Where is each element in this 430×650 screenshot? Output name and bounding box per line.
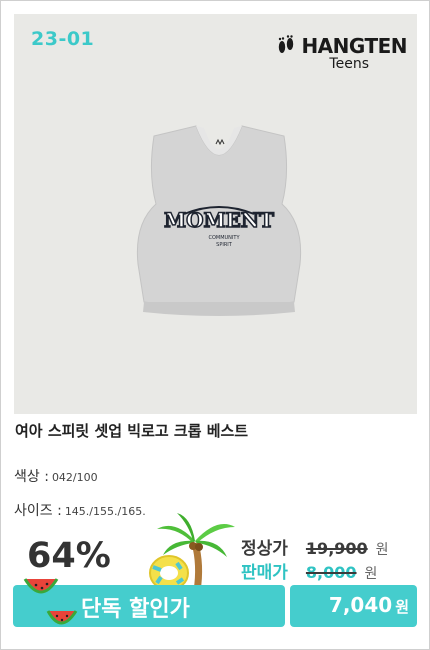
print-title: MOMENT: [164, 208, 274, 232]
watermelon-icon: [23, 578, 59, 594]
final-price-won: 원: [395, 598, 409, 616]
footprints-icon: [279, 35, 294, 53]
regular-price-value: 19,900: [305, 539, 368, 558]
regular-price-won: 원: [375, 542, 389, 558]
brand-logo: HANGTEN Teens: [275, 34, 407, 72]
final-price: 7,040 원: [329, 593, 409, 617]
banner-label: 단독 할인가: [81, 597, 190, 622]
discount-rate: 64%: [27, 536, 111, 576]
product-title[interactable]: 여아 스피릿 셋업 빅로고 크롭 베스트: [15, 420, 248, 441]
size-label: 사이즈 :: [14, 503, 62, 519]
sale-price-won: 원: [364, 566, 378, 582]
size-value: 145./155./165.: [64, 505, 146, 518]
regular-price: 정상가 19,900 원: [241, 534, 389, 559]
color-label: 색상 :: [14, 469, 49, 485]
banner-price-box: 7,040 원: [290, 585, 417, 627]
size-spec: 사이즈 :145./155./165.: [14, 500, 146, 520]
sale-price-value: 8,000: [305, 563, 357, 582]
sale-price-label: 판매가: [241, 563, 288, 583]
watermelon-icon: [46, 610, 78, 625]
product-card[interactable]: MOMENT COMMUNITY SPIRIT 23-01 HANGTEN Te…: [0, 0, 430, 650]
print-sub2: SPIRIT: [216, 242, 233, 248]
brand-name: HANGTEN: [301, 34, 407, 58]
vest-illustration: MOMENT COMMUNITY SPIRIT: [136, 125, 302, 316]
brand-sub: Teens: [329, 56, 369, 72]
product-image[interactable]: MOMENT COMMUNITY SPIRIT 23-01 HANGTEN Te…: [14, 14, 417, 414]
color-value: 042/100: [51, 471, 98, 484]
print-sub1: COMMUNITY: [208, 235, 240, 241]
sale-price: 판매가 8,000 원: [241, 558, 377, 583]
color-spec: 색상 :042/100: [14, 466, 98, 486]
regular-price-label: 정상가: [241, 539, 288, 559]
product-code: 23-01: [31, 28, 95, 50]
final-price-value: 7,040: [328, 593, 393, 617]
